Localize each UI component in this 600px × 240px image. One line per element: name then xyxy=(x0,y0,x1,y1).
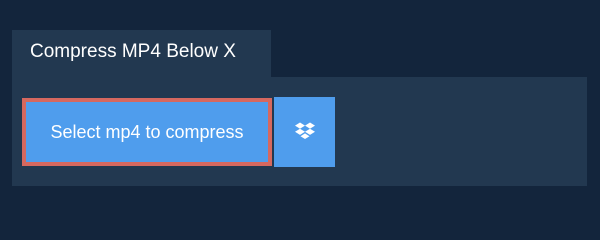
select-mp4-button[interactable]: Select mp4 to compress xyxy=(22,98,272,166)
dropbox-icon xyxy=(294,122,315,139)
select-mp4-button-label: Select mp4 to compress xyxy=(50,121,244,142)
dropbox-button[interactable] xyxy=(274,97,335,167)
tab-title: Compress MP4 Below X xyxy=(30,41,236,62)
tool-tab: Compress MP4 Below X xyxy=(12,30,271,77)
